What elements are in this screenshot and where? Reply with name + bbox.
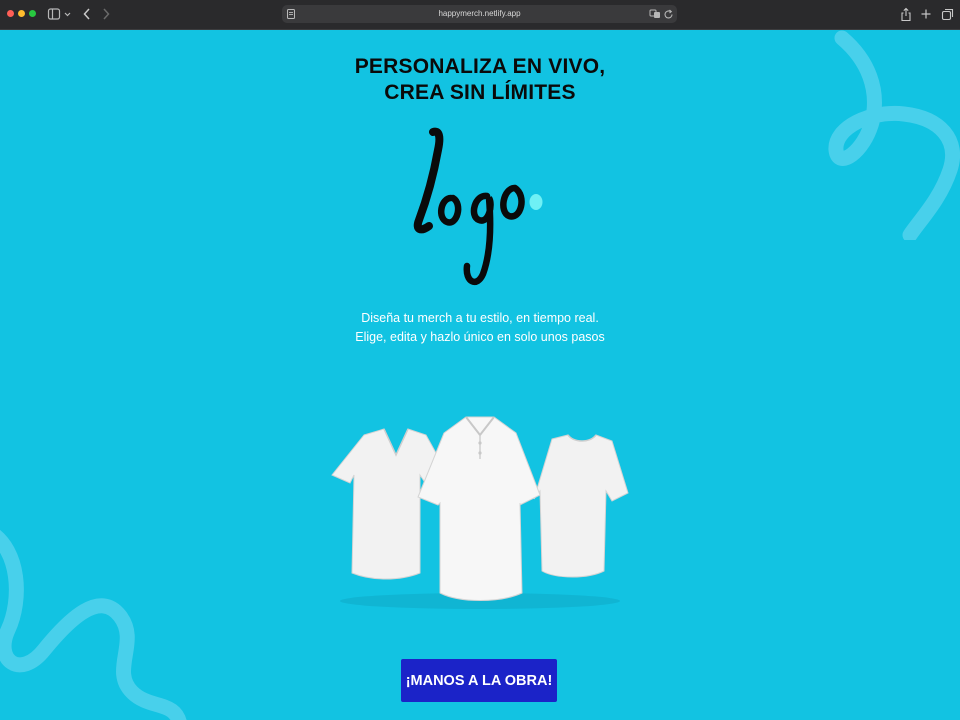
brand-logo — [413, 127, 543, 286]
tshirt-polo — [417, 416, 541, 601]
address-bar[interactable]: happymerch.netlify.app — [282, 5, 677, 23]
minimize-window-button[interactable] — [18, 10, 25, 17]
share-icon[interactable] — [899, 6, 913, 22]
tshirts-illustration — [331, 416, 629, 609]
reload-icon[interactable] — [662, 6, 674, 22]
back-chevron-icon[interactable] — [81, 6, 93, 22]
hero-title-line-2: CREA SIN LÍMITES — [384, 81, 576, 104]
hero-title-line-1: PERSONALIZA EN VIVO, — [354, 55, 606, 78]
zoom-window-button[interactable] — [29, 10, 36, 17]
hero-tagline-line-1: Diseña tu merch a tu estilo, en tiempo r… — [361, 311, 599, 325]
tshirt-crew — [533, 434, 629, 578]
new-tab-icon[interactable] — [919, 6, 933, 22]
sidebar-icon[interactable] — [47, 6, 73, 22]
close-window-button[interactable] — [7, 10, 14, 17]
logo-dot — [529, 194, 543, 210]
decorative-squiggle-bottom-left — [0, 530, 187, 720]
start-designing-button[interactable]: ¡MANOS A LA OBRA! — [401, 659, 557, 702]
hero-tagline-line-2: Elige, edita y hazlo único en solo unos … — [355, 330, 605, 344]
tab-overview-icon[interactable] — [939, 6, 955, 22]
browser-toolbar: happymerch.netlify.app — [0, 0, 960, 30]
forward-chevron-icon[interactable] — [100, 6, 112, 22]
url-text: happymerch.netlify.app — [438, 9, 521, 18]
tshirt-vneck — [331, 428, 447, 580]
translate-icon[interactable] — [649, 6, 661, 22]
